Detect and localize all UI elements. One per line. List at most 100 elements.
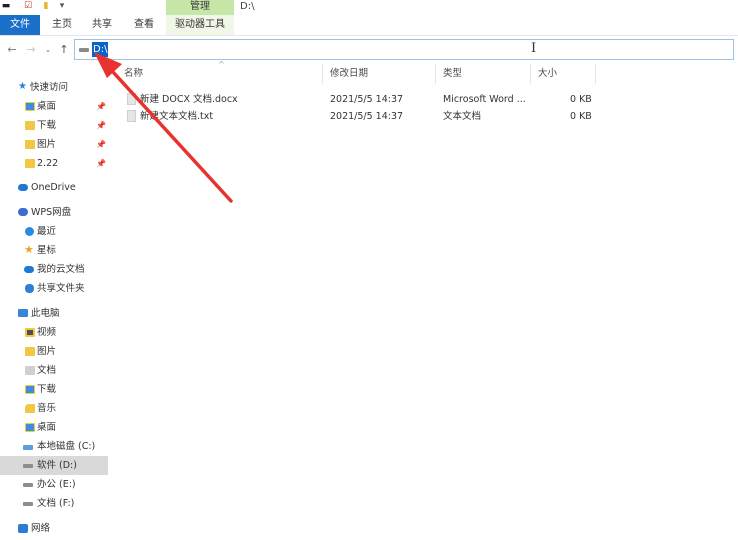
sidebar-item-videos[interactable]: 视频 <box>0 323 108 342</box>
sidebar-item-label: 图片 <box>37 346 57 357</box>
sidebar-item-desktop[interactable]: 桌面 📌 <box>0 97 108 116</box>
file-row[interactable]: 新建文本文档.txt 2021/5/5 14:37 文本文档 0 KB <box>112 108 738 125</box>
file-date: 2021/5/5 14:37 <box>330 111 404 122</box>
file-size: 0 KB <box>570 111 592 122</box>
pictures-folder-icon <box>25 347 35 356</box>
tab-home[interactable]: 主页 <box>46 15 78 35</box>
sidebar-item-drive-e[interactable]: 办公 (E:) <box>0 475 108 494</box>
sidebar-item-pc-pictures[interactable]: 图片 <box>0 342 108 361</box>
desktop-folder-icon <box>25 423 35 432</box>
column-header-name[interactable]: 名称 <box>124 64 143 84</box>
title-bar: ▬ ☑ ▮ ▾ 管理 D:\ <box>0 0 738 15</box>
tab-view[interactable]: 查看 <box>128 15 160 35</box>
navigation-bar: ← → ⌄ ↑ D:\ I <box>0 36 738 64</box>
column-divider[interactable] <box>322 64 323 84</box>
file-type: Microsoft Word ... <box>443 94 526 105</box>
properties-icon[interactable]: ☑ <box>22 1 34 12</box>
quick-access-star-icon: ★ <box>18 81 27 92</box>
sidebar-item-2-22[interactable]: 2.22 📌 <box>0 154 108 173</box>
sidebar-item-downloads[interactable]: 下载 📌 <box>0 116 108 135</box>
sidebar-item-music[interactable]: 音乐 <box>0 399 108 418</box>
tab-share[interactable]: 共享 <box>86 15 118 35</box>
column-divider[interactable] <box>435 64 436 84</box>
file-row[interactable]: 新建 DOCX 文档.docx 2021/5/5 14:37 Microsoft… <box>112 91 738 108</box>
file-type: 文本文档 <box>443 111 482 122</box>
sidebar-item-label: 桌面 <box>37 422 57 433</box>
sidebar-item-pictures[interactable]: 图片 📌 <box>0 135 108 154</box>
sidebar-item-label: 星标 <box>37 245 57 256</box>
sidebar-item-label: 视频 <box>37 327 57 338</box>
wps-cloud-icon <box>18 208 28 216</box>
pin-icon[interactable]: 📌 <box>96 154 106 173</box>
sidebar-item-pc-downloads[interactable]: 下载 <box>0 380 108 399</box>
sidebar-item-label: 本地磁盘 (C:) <box>37 441 96 452</box>
column-header-row: ^ 名称 修改日期 类型 大小 <box>112 60 738 84</box>
txt-file-icon <box>127 110 136 122</box>
sidebar-item-drive-f[interactable]: 文档 (F:) <box>0 494 108 513</box>
sidebar-item-label: 此电脑 <box>31 308 60 319</box>
column-divider[interactable] <box>595 64 596 84</box>
pin-icon[interactable]: 📌 <box>96 116 106 135</box>
tab-drive-tools[interactable]: 驱动器工具 <box>166 15 234 35</box>
pin-icon[interactable]: 📌 <box>96 135 106 154</box>
address-input[interactable]: D:\ <box>92 42 109 57</box>
up-arrow-icon[interactable]: ↑ <box>57 42 71 58</box>
docx-file-icon <box>127 93 136 105</box>
column-header-date[interactable]: 修改日期 <box>330 64 368 84</box>
manage-context-tab[interactable]: 管理 <box>166 0 234 15</box>
sidebar-item-this-pc[interactable]: 此电脑 <box>0 304 108 323</box>
sidebar-item-pc-desktop[interactable]: 桌面 <box>0 418 108 437</box>
shared-folder-icon <box>25 284 34 293</box>
sidebar-item-drive-c[interactable]: 本地磁盘 (C:) <box>0 437 108 456</box>
column-header-size[interactable]: 大小 <box>538 64 557 84</box>
window-title: D:\ <box>240 1 255 12</box>
sidebar-item-label: 图片 <box>37 139 57 150</box>
file-list-pane: ^ 名称 修改日期 类型 大小 新建 DOCX 文档.docx 2021/5/5… <box>112 60 738 540</box>
sidebar-item-cloud-docs[interactable]: 我的云文档 <box>0 260 108 279</box>
videos-folder-icon <box>25 328 35 337</box>
sidebar-item-quick-access[interactable]: ★ 快速访问 <box>0 78 108 97</box>
sidebar-item-wps-drive[interactable]: WPS网盘 <box>0 203 108 222</box>
address-bar[interactable]: D:\ I <box>74 39 734 60</box>
pin-icon[interactable]: 📌 <box>96 97 106 116</box>
tab-file[interactable]: 文件 <box>0 15 40 35</box>
sidebar-item-label: WPS网盘 <box>31 207 72 218</box>
onedrive-cloud-icon <box>18 184 28 191</box>
column-header-type[interactable]: 类型 <box>443 64 462 84</box>
column-divider[interactable] <box>530 64 531 84</box>
sidebar-item-shared-folder[interactable]: 共享文件夹 <box>0 279 108 298</box>
file-name: 新建文本文档.txt <box>140 111 214 122</box>
sidebar-item-documents[interactable]: 文档 <box>0 361 108 380</box>
forward-arrow-icon[interactable]: → <box>24 42 38 58</box>
file-explorer-window: ▬ ☑ ▮ ▾ 管理 D:\ 文件 主页 共享 查看 驱动器工具 ← → ⌄ ↑… <box>0 0 738 540</box>
sidebar-item-label: OneDrive <box>31 182 76 193</box>
file-date: 2021/5/5 14:37 <box>330 94 404 105</box>
sidebar-item-label: 我的云文档 <box>37 264 85 275</box>
sidebar-item-label: 音乐 <box>37 403 57 414</box>
recent-locations-chevron-icon[interactable]: ⌄ <box>41 42 55 58</box>
downloads-folder-icon <box>25 385 35 394</box>
back-arrow-icon[interactable]: ← <box>5 42 19 58</box>
sidebar-item-starred[interactable]: ★ 星标 <box>0 241 108 260</box>
clock-icon <box>25 227 34 236</box>
network-icon <box>18 524 28 533</box>
new-folder-icon[interactable]: ▮ <box>40 1 52 12</box>
customize-quick-access-icon[interactable]: ▾ <box>56 1 68 12</box>
sidebar-item-onedrive[interactable]: OneDrive <box>0 178 108 197</box>
sidebar-item-label: 共享文件夹 <box>37 283 85 294</box>
sidebar-item-drive-d[interactable]: 软件 (D:) <box>0 456 108 475</box>
drive-icon <box>23 483 33 487</box>
sidebar-item-label: 快速访问 <box>30 82 69 93</box>
navigation-pane: ★ 快速访问 桌面 📌 下载 📌 图片 📌 2.22 📌 OneDrive WP… <box>0 72 108 540</box>
sidebar-item-label: 桌面 <box>37 101 57 112</box>
sidebar-item-label: 网络 <box>31 523 51 534</box>
file-size: 0 KB <box>570 94 592 105</box>
drive-icon: ▬ <box>1 1 11 11</box>
drive-icon <box>79 48 89 52</box>
sidebar-item-label: 最近 <box>37 226 57 237</box>
sidebar-item-label: 下载 <box>37 384 57 395</box>
sidebar-item-recent[interactable]: 最近 <box>0 222 108 241</box>
documents-folder-icon <box>25 366 35 375</box>
file-name: 新建 DOCX 文档.docx <box>140 94 238 105</box>
sidebar-item-network[interactable]: 网络 <box>0 519 108 538</box>
